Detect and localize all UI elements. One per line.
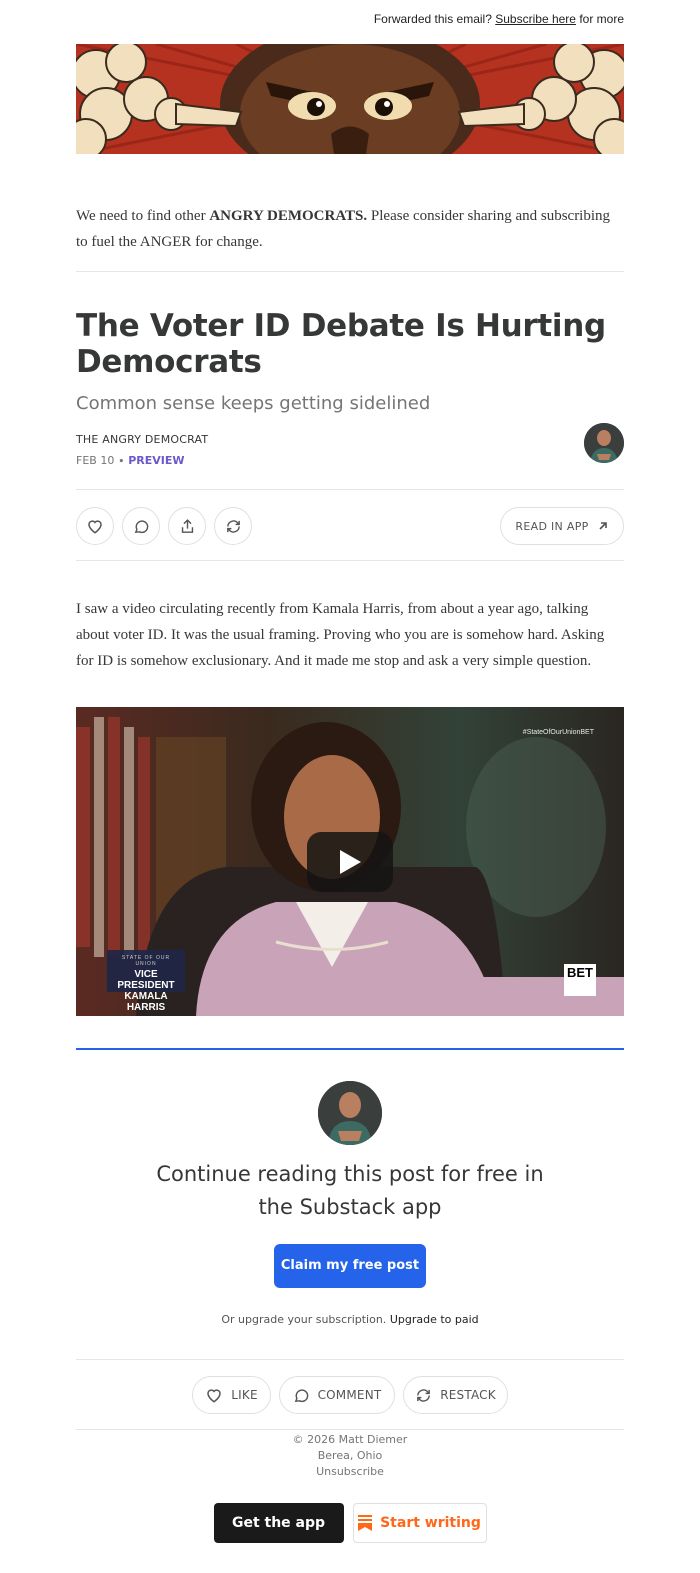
like-pill-button[interactable]: LIKE: [192, 1376, 271, 1414]
post-title[interactable]: The Voter ID Debate Is Hurting Democrats: [76, 308, 624, 380]
upgrade-prefix: Or upgrade your subscription.: [221, 1313, 387, 1326]
restack-button[interactable]: [214, 507, 252, 545]
comment-pill-button[interactable]: COMMENT: [279, 1376, 395, 1414]
heart-icon: [88, 520, 102, 534]
lower-third-show: STATE OF OUR UNION: [121, 955, 171, 967]
intro-text-bold: ANGRY DEMOCRATS.: [209, 208, 368, 224]
video-lower-third: STATE OF OUR UNION VICE PRESIDENT KAMALA…: [107, 950, 185, 1013]
paywall-section: Continue reading this post for free in t…: [76, 1081, 624, 1326]
post-date: FEB 10: [76, 454, 115, 467]
comment-label: COMMENT: [317, 1388, 382, 1402]
substack-logo-icon: [358, 1515, 373, 1531]
heart-icon: [207, 1389, 222, 1403]
publication-photo: [318, 1081, 382, 1145]
email-container: Forwarded this email? Subscribe here for…: [76, 0, 624, 1543]
meta-dot: ∙: [117, 454, 125, 467]
location: Berea, Ohio: [317, 1449, 383, 1462]
post-subtitle: Common sense keeps getting sidelined: [76, 393, 431, 414]
start-writing-label: Start writing: [380, 1515, 481, 1531]
paywall-divider: [76, 1048, 624, 1050]
share-button[interactable]: [168, 507, 206, 545]
post-actions: READ IN APP: [76, 490, 624, 560]
upgrade-line: Or upgrade your subscription. Upgrade to…: [76, 1313, 624, 1326]
start-writing-button[interactable]: Start writing: [352, 1503, 487, 1543]
byline: THE ANGRY DEMOCRAT FEB 10 ∙ PREVIEW: [76, 423, 624, 489]
play-icon: [340, 850, 361, 874]
author-name[interactable]: THE ANGRY DEMOCRAT: [76, 433, 624, 446]
email-footer: © 2026 Matt Diemer Berea, Ohio Unsubscri…: [76, 1430, 624, 1480]
video-hashtag: #StateOfOurUnionBET: [522, 729, 594, 736]
intro-text-before: We need to find other: [76, 208, 206, 224]
intro-message: We need to find other ANGRY DEMOCRATS. P…: [76, 203, 624, 255]
comment-icon: [294, 1388, 308, 1402]
restack-pill-button[interactable]: RESTACK: [403, 1376, 508, 1414]
arrow-up-right-icon: [599, 522, 607, 530]
upgrade-to-paid-link[interactable]: Upgrade to paid: [390, 1313, 479, 1326]
footer-buttons: Get the app Start writing: [76, 1503, 624, 1543]
access-badge: PREVIEW: [128, 454, 185, 467]
like-button[interactable]: [76, 507, 114, 545]
comment-icon: [134, 519, 148, 533]
copyright: © 2026 Matt Diemer: [292, 1433, 408, 1446]
divider: [76, 560, 624, 561]
claim-free-post-button[interactable]: Claim my free post: [274, 1244, 426, 1288]
read-in-app-label: READ IN APP: [515, 519, 589, 533]
get-the-app-button[interactable]: Get the app: [213, 1503, 344, 1543]
forward-suffix: for more: [579, 12, 624, 26]
restack-icon: [226, 519, 240, 533]
angry-face-illustration: [76, 44, 624, 154]
author-photo: [584, 423, 624, 463]
read-in-app-button[interactable]: READ IN APP: [500, 507, 624, 545]
publication-avatar: [318, 1081, 382, 1145]
divider: [76, 271, 624, 272]
paywall-title: Continue reading this post for free in t…: [156, 1162, 544, 1219]
post-meta: FEB 10 ∙ PREVIEW: [76, 454, 624, 467]
engagement-bar: LIKE COMMENT RESTACK: [76, 1359, 624, 1430]
restack-label: RESTACK: [440, 1388, 496, 1402]
embedded-video[interactable]: #StateOfOurUnionBET STATE OF OUR UNION V…: [76, 707, 624, 1016]
restack-icon: [417, 1388, 431, 1402]
author-avatar[interactable]: [584, 423, 624, 463]
post-body-paragraph: I saw a video circulating recently from …: [76, 601, 605, 669]
forward-prefix: Forwarded this email?: [373, 12, 492, 26]
comment-button[interactable]: [122, 507, 160, 545]
bet-logo: BET: [564, 964, 596, 996]
forward-line: Forwarded this email? Subscribe here for…: [76, 0, 624, 40]
like-label: LIKE: [231, 1388, 258, 1402]
unsubscribe-link[interactable]: Unsubscribe: [76, 1464, 624, 1480]
share-icon: [181, 518, 193, 533]
header-banner-image: [76, 44, 624, 154]
play-button[interactable]: [307, 832, 393, 892]
subscribe-link[interactable]: Subscribe here: [495, 12, 576, 26]
lower-third-name: VICE PRESIDENT KAMALA HARRIS: [117, 969, 175, 1013]
